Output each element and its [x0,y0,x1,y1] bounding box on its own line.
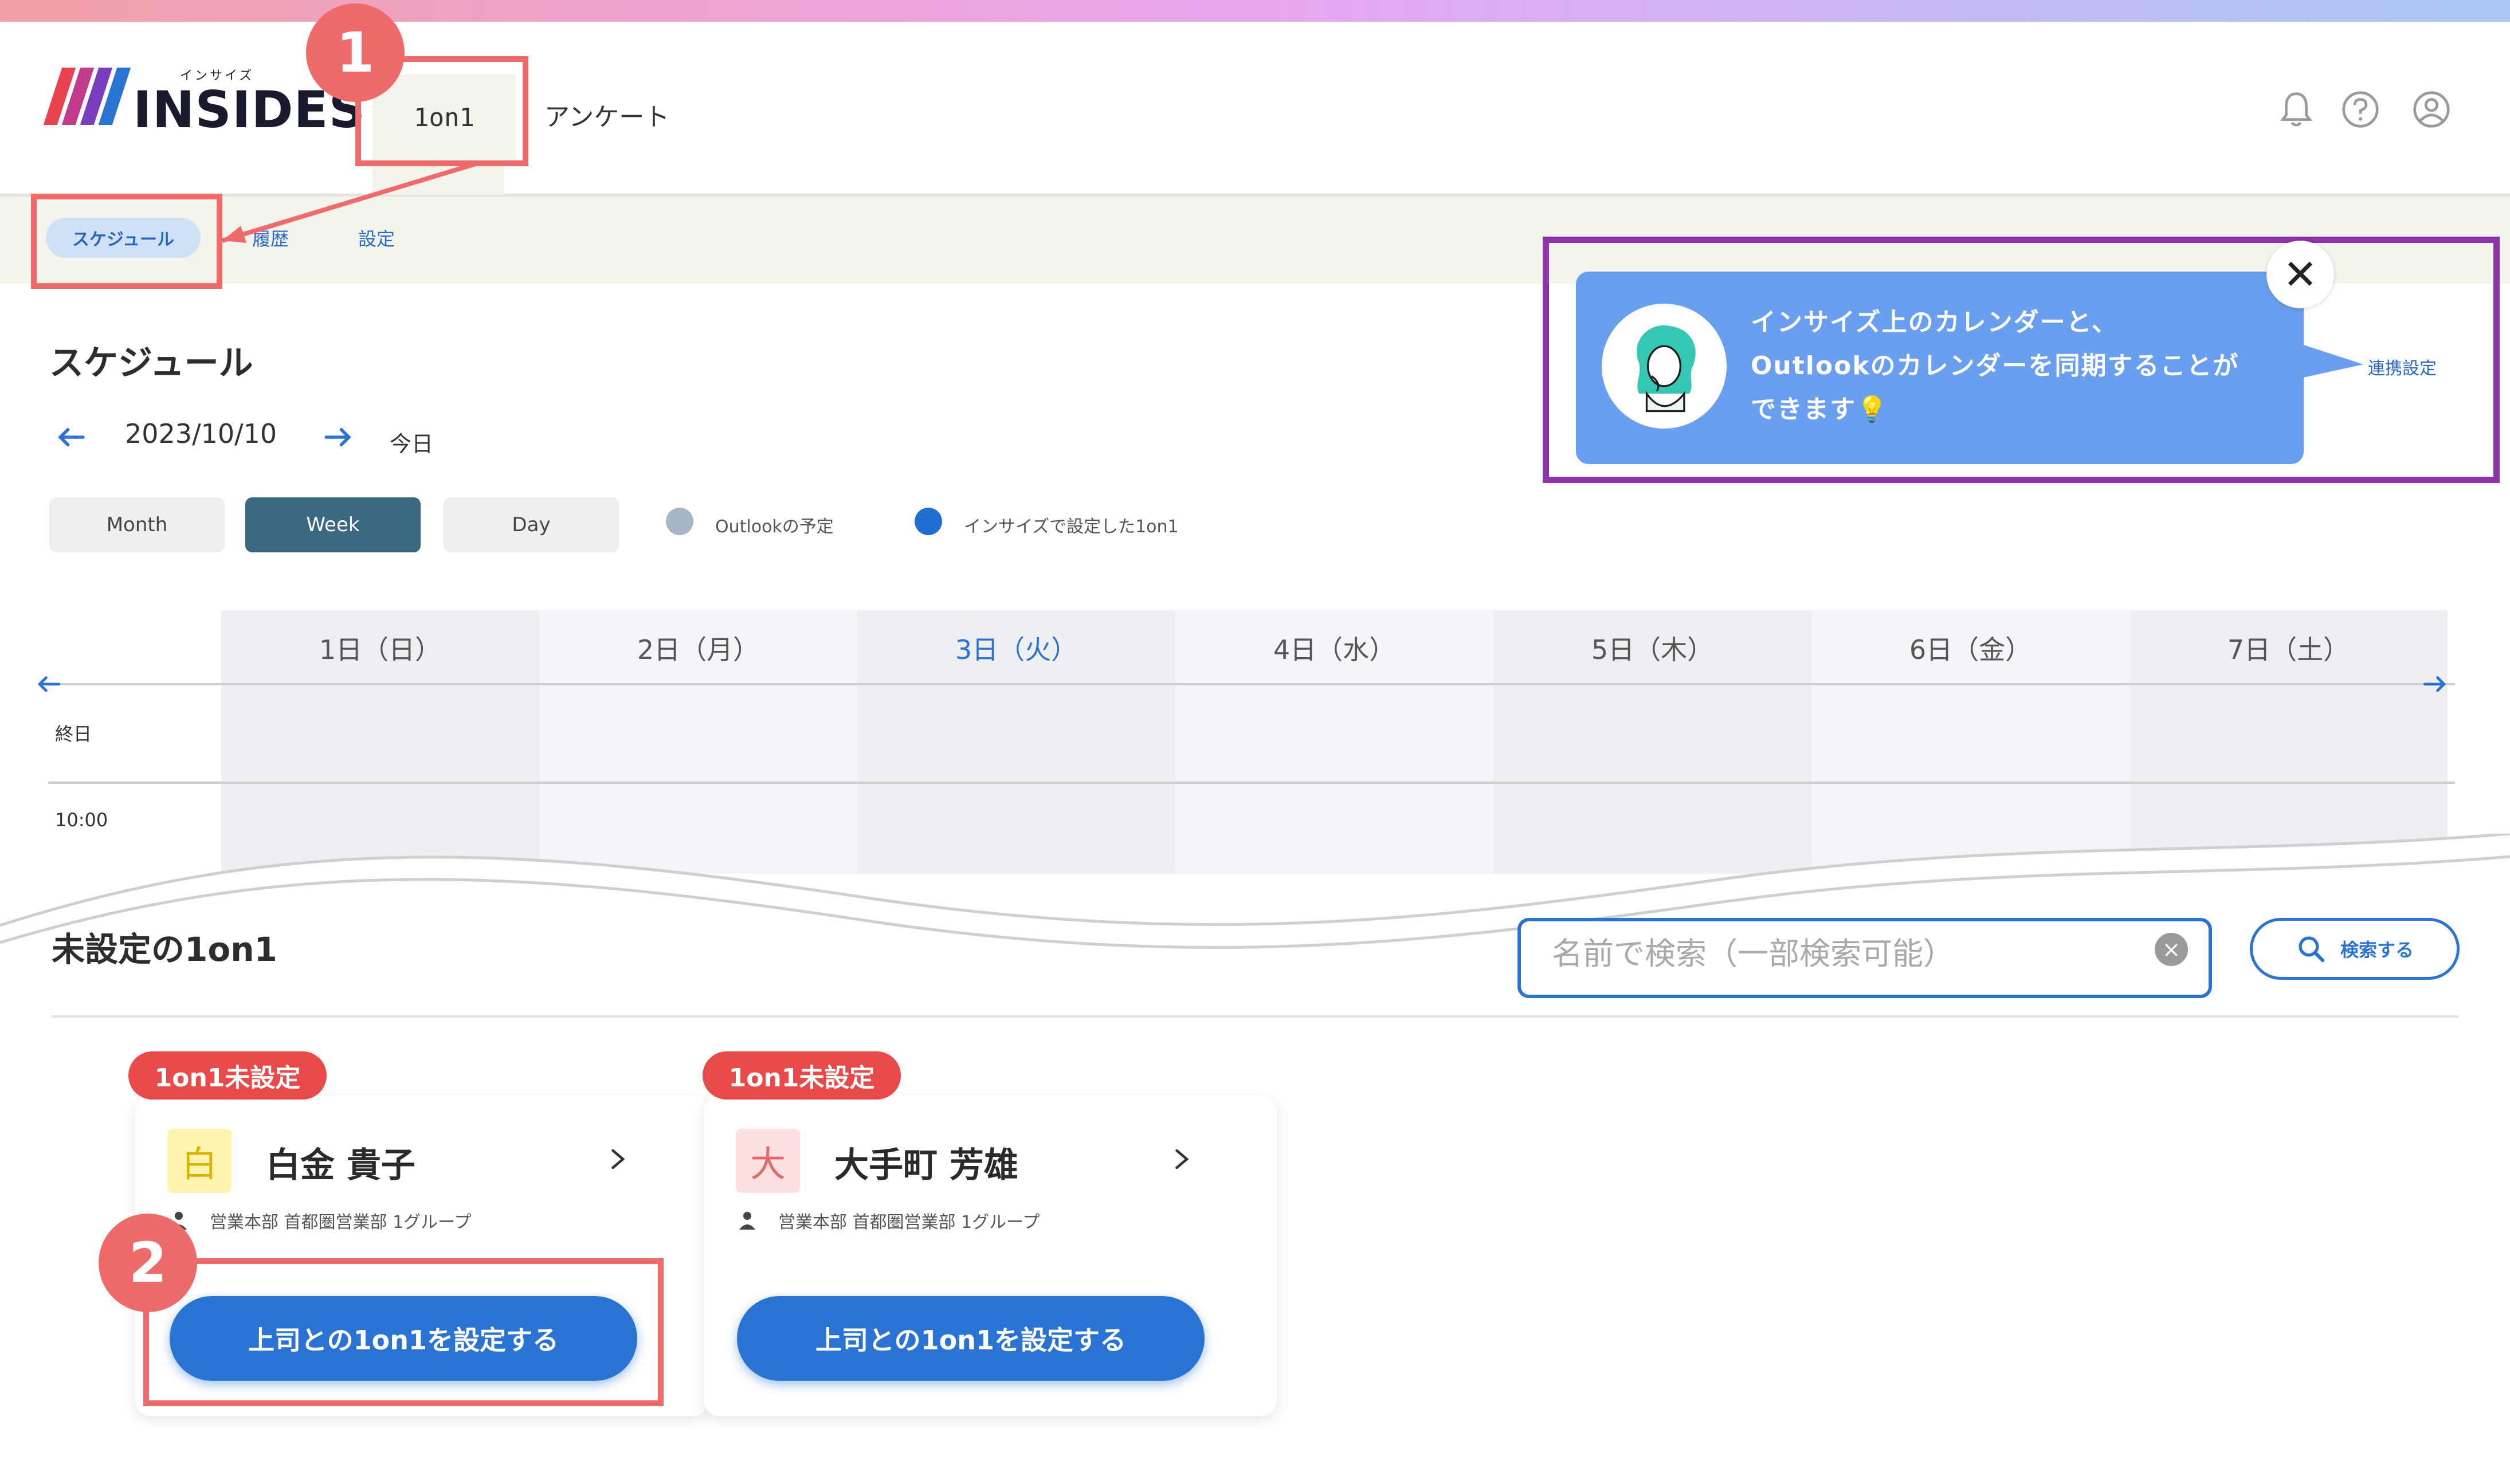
close-tooltip-button[interactable]: ✕ [2266,241,2334,308]
card-1-department: 営業本部 首都圏営業部 1グループ [210,1212,472,1232]
prev-date-arrow-icon[interactable] [53,418,91,456]
tooltip-pointer [2300,344,2363,378]
clear-icon: × [2162,937,2180,962]
close-icon: ✕ [2282,250,2318,299]
card-1-status-badge: 1on1未設定 [128,1051,327,1100]
step1-highlight-subnav [31,194,222,289]
day-header-5: 5日（木） [1591,634,1714,665]
next-date-arrow-icon[interactable] [319,418,356,456]
legend-outlook-dot [666,508,693,535]
card-2-initial-avatar: 大 [736,1129,800,1193]
row-label-1000: 10:00 [55,809,108,831]
bell-icon[interactable] [2274,87,2319,132]
step1-connector-arrow [221,162,477,243]
calendar-header-divider [48,683,2455,685]
assistant-character-icon [1637,325,1696,413]
day-header-4: 4日（水） [1273,634,1396,665]
view-day-button[interactable]: Day [444,497,619,552]
calendar-row-divider [48,782,2455,784]
card-2-department: 営業本部 首都圏営業部 1グループ [778,1212,1040,1232]
card-1-initial-avatar: 白 [167,1129,232,1193]
card-2-chevron-right-icon[interactable] [1167,1145,1195,1173]
search-button[interactable]: 検索する [2250,918,2460,980]
logo-mark-icon [43,68,131,125]
unset-section-title: 未設定の1on1 [52,930,277,969]
step-1-marker: 1 [306,3,405,102]
view-week-button[interactable]: Week [245,497,421,552]
day-header-2: 2日（月） [637,634,760,665]
search-icon [2299,936,2325,963]
card-2-member-name[interactable]: 大手町 芳雄 [834,1137,1018,1187]
search-placeholder: 名前で検索（一部検索可能） [1552,936,1954,972]
clear-search-button[interactable]: × [2155,933,2188,966]
legend-insides-dot [915,508,942,535]
view-month-button[interactable]: Month [49,497,225,552]
card-2-set-1on1-button[interactable]: 上司との1on1を設定する [737,1296,1205,1381]
card-2-status-badge: 1on1未設定 [703,1051,901,1100]
day-header-7: 7日（土） [2227,634,2350,665]
card-1-member-name[interactable]: 白金 貴子 [266,1137,415,1187]
day-header-3-today: 3日（火） [955,634,1078,665]
calendar-next-week-icon[interactable] [2418,668,2450,700]
character-avatar [1602,304,1727,429]
legend-insides-label: インサイズで設定した1on1 [964,517,1179,537]
current-date: 2023/10/10 [125,418,277,449]
card-2-group-icon [739,1212,755,1230]
section-divider [52,1015,2458,1018]
step-2-marker: 2 [99,1214,197,1312]
tooltip-message: インサイズ上のカレンダーと、 Outlookのカレンダーを同期することが できま… [1751,308,2240,424]
search-button-label: 検索する [2340,939,2414,961]
today-link[interactable]: 今日 [390,426,433,458]
row-label-all-day: 終日 [55,723,92,745]
nav-tab-survey[interactable]: アンケート [544,96,669,133]
schedule-title: スケジュール [49,343,253,383]
calendar-prev-week-icon[interactable] [33,668,65,700]
sync-settings-link[interactable]: 連携設定 [2368,354,2437,379]
account-icon[interactable] [2409,87,2454,132]
day-header-6: 6日（金） [1909,634,2032,665]
day-header-1: 1日（日） [319,634,442,665]
card-1-chevron-right-icon[interactable] [603,1145,632,1173]
step2-highlight-button [143,1258,664,1406]
legend-outlook-label: Outlookの予定 [715,517,834,537]
help-icon[interactable] [2338,87,2383,132]
